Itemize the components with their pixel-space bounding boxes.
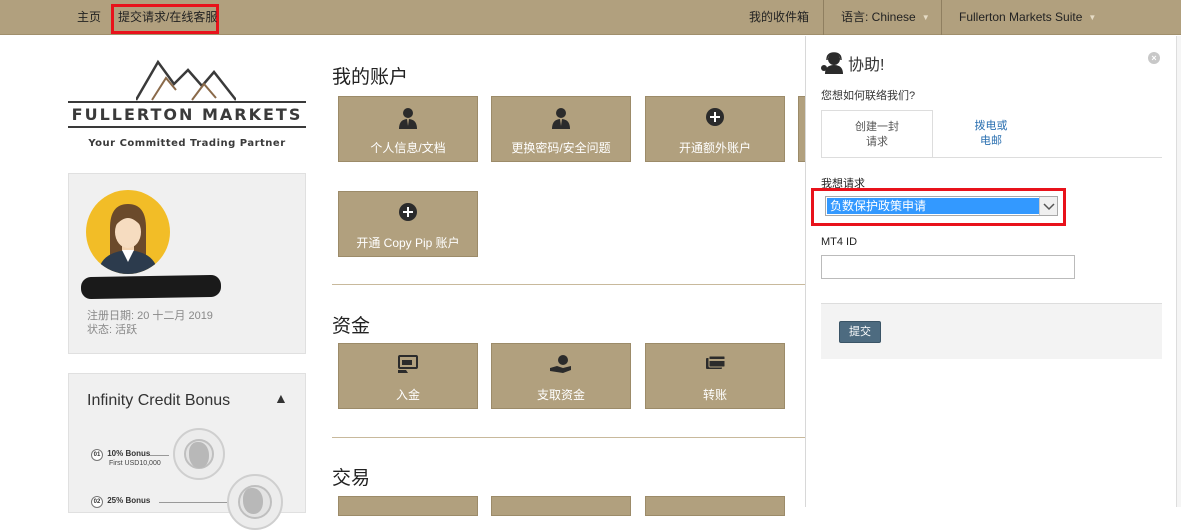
logo-rule: [68, 126, 306, 128]
tile-label: 入金: [395, 388, 420, 402]
tab-label-line: 创建一封: [855, 121, 899, 133]
mt4-id-input[interactable]: [821, 255, 1075, 279]
logo-tagline: Your Committed Trading Partner: [88, 138, 286, 149]
help-footer: 提交: [821, 303, 1162, 359]
tier-connector: [159, 502, 229, 503]
nav-separator: [941, 0, 942, 35]
nav-suite-dropdown[interactable]: Fullerton Markets Suite ▼: [959, 0, 1096, 35]
help-scrollbar[interactable]: [1176, 36, 1181, 507]
tier-number: 02: [91, 496, 103, 508]
tile-personal-info[interactable]: 个人信息/文档: [338, 96, 478, 162]
tile-label: 开通 Copy Pip 账户: [356, 236, 460, 250]
deposit-icon: [339, 354, 477, 376]
tier-label: 10% Bonus: [107, 449, 151, 458]
help-title: 协助!: [848, 57, 885, 74]
section-divider: [332, 284, 805, 285]
nav-separator: [823, 0, 824, 35]
tile-withdraw[interactable]: 支取资金: [491, 343, 631, 409]
nav-language-dropdown[interactable]: 语言: Chinese ▼: [841, 0, 930, 35]
tile-label: 转账: [702, 388, 727, 402]
tab-create-ticket[interactable]: 创建一封 请求: [821, 110, 933, 158]
account-status: 状态: 活跃: [87, 324, 138, 336]
tile-open-extra-account[interactable]: 开通额外账户: [645, 96, 785, 162]
avatar[interactable]: [86, 190, 170, 274]
person-icon: [492, 107, 630, 129]
top-navigation-bar: 主页 提交请求/在线客服 我的收件箱 语言: Chinese ▼ Fullerto…: [0, 0, 1181, 35]
mountain-logo-icon: [136, 59, 236, 101]
tab-baseline: [821, 157, 1162, 158]
bonus-tier: 02 25% Bonus: [91, 496, 150, 508]
mt4-id-label: MT4 ID: [821, 236, 858, 248]
nav-home-link[interactable]: 主页: [77, 0, 101, 35]
chevron-down-icon: ▼: [921, 13, 930, 22]
chevron-up-icon[interactable]: ▲: [274, 390, 288, 406]
tile-label: 个人信息/文档: [370, 141, 446, 155]
transfer-icon: [646, 354, 784, 376]
nav-submit-request-link[interactable]: 提交请求/在线客服: [118, 0, 217, 35]
chevron-down-icon: ▼: [1088, 13, 1097, 22]
nav-inbox-link[interactable]: 我的收件箱: [749, 0, 809, 35]
user-avatar-icon: [98, 204, 158, 274]
section-title-trading: 交易: [332, 468, 371, 489]
tile-trading-partial[interactable]: [645, 496, 785, 516]
request-type-value: 负数保护政策申请: [827, 198, 1040, 214]
tile-open-copy-pip[interactable]: 开通 Copy Pip 账户: [338, 191, 478, 257]
submit-button[interactable]: 提交: [839, 321, 881, 343]
request-type-select[interactable]: 负数保护政策申请: [825, 196, 1058, 216]
tab-label-line: 电邮: [980, 135, 1002, 147]
medal-icon: [173, 428, 225, 480]
tile-label: 开通额外账户: [678, 141, 751, 155]
profile-card: 注册日期: 20 十二月 2019 状态: 活跃: [68, 173, 306, 354]
tile-label: 支取资金: [536, 388, 585, 402]
brand-logo[interactable]: FULLERTON MARKETS Your Committed Trading…: [68, 58, 306, 153]
help-panel: 协助! × 您想如何联络我们? 创建一封 请求 拨电或 电邮 我想请求 负数保护…: [805, 36, 1176, 507]
language-label: 语言: Chinese: [841, 10, 916, 24]
section-divider: [332, 437, 805, 438]
tile-trading-partial[interactable]: [338, 496, 478, 516]
tile-deposit[interactable]: 入金: [338, 343, 478, 409]
tier-connector: [149, 455, 169, 456]
chevron-down-icon[interactable]: [1039, 197, 1057, 215]
plus-circle-icon: [339, 202, 477, 224]
bonus-title: Infinity Credit Bonus: [87, 392, 231, 409]
tier-number: 01: [91, 449, 103, 461]
tab-label-line: 请求: [866, 136, 888, 148]
support-agent-icon: [821, 52, 843, 74]
bonus-card: Infinity Credit Bonus ▲ 01 10% Bonus Fir…: [68, 373, 306, 530]
suite-label: Fullerton Markets Suite: [959, 10, 1083, 24]
logo-rule: [68, 101, 306, 103]
withdraw-icon: [492, 354, 630, 376]
tier-label: 25% Bonus: [107, 496, 151, 505]
tile-label: 更换密码/安全问题: [511, 141, 611, 155]
plus-circle-icon: [646, 107, 784, 129]
tier-sub-label: First USD10,000: [109, 460, 161, 467]
tab-label-line: 拨电或: [974, 120, 1008, 132]
medal-icon: [227, 474, 283, 530]
person-icon: [339, 107, 477, 129]
section-title-funds: 资金: [332, 316, 371, 337]
tile-transfer[interactable]: 转账: [645, 343, 785, 409]
section-title-account: 我的账户: [332, 67, 409, 88]
close-icon[interactable]: ×: [1148, 52, 1160, 64]
logo-name: FULLERTON MARKETS: [71, 105, 303, 124]
redacted-username: [80, 274, 222, 300]
tile-trading-partial[interactable]: [491, 496, 631, 516]
tile-change-password[interactable]: 更换密码/安全问题: [491, 96, 631, 162]
tab-call-email[interactable]: 拨电或 电邮: [936, 110, 1046, 158]
help-question: 您想如何联络我们?: [821, 90, 916, 102]
